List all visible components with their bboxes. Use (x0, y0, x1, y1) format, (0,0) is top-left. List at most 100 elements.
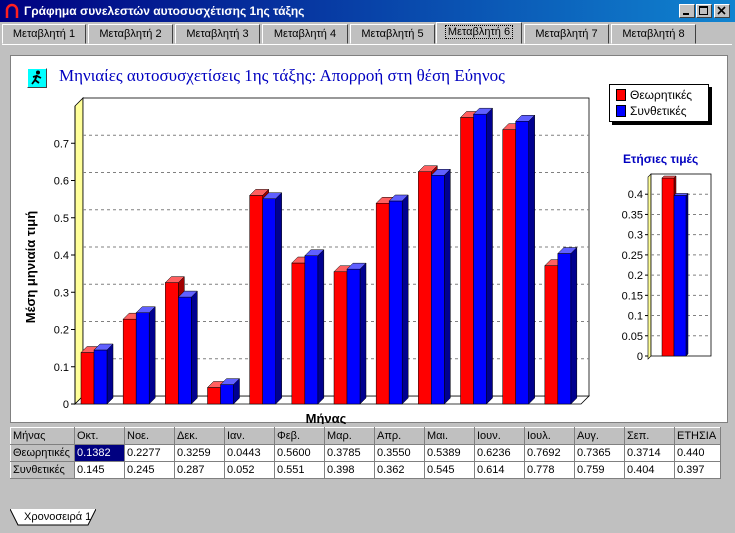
table-cell[interactable]: 0.404 (624, 461, 675, 479)
minimize-button[interactable] (679, 4, 695, 18)
table-cell[interactable]: 0.362 (374, 461, 425, 479)
y-tick-label: 0.1 (54, 362, 69, 374)
close-button[interactable] (714, 4, 730, 18)
y-tick-label: 0.2 (54, 325, 69, 337)
table-cell[interactable]: 0.3714 (624, 444, 675, 462)
table-cell[interactable]: 0.3785 (324, 444, 375, 462)
table-cell[interactable]: 0.3259 (174, 444, 225, 462)
annual-y-tick-label: 0.2 (628, 270, 643, 282)
tab-variable-5[interactable]: Μεταβλητή 5 (350, 24, 435, 44)
bar-synthetic (262, 192, 283, 405)
table-header-cell: Ιαν. (224, 427, 275, 445)
annual-bar-synthetic (673, 192, 689, 357)
values-table: Μήνας Οκτ. Νοε. Δεκ. Ιαν. Φεβ. Μαρ. Απρ. Μαι. Ιου… (10, 427, 721, 479)
bar-synthetic (177, 290, 198, 405)
table-cell[interactable]: 0.1382 (74, 444, 125, 462)
table-cell[interactable]: 0.440 (674, 444, 721, 462)
table-cell[interactable]: 0.3550 (374, 444, 425, 462)
table-cell[interactable]: 0.0443 (224, 444, 275, 462)
chart-legend: Θεωρητικές Συνθετικές (609, 84, 709, 122)
annual-y-tick-label: 0.15 (622, 290, 643, 302)
table-cell[interactable]: 0.397 (674, 461, 721, 479)
tab-variable-3[interactable]: Μεταβλητή 3 (175, 24, 260, 44)
table-cell[interactable]: 0.6236 (474, 444, 525, 462)
tab-variable-7[interactable]: Μεταβλητή 7 (524, 24, 609, 44)
table-cell[interactable]: 0.5389 (424, 444, 475, 462)
y-tick-label: 0.6 (54, 176, 69, 188)
y-axis-label: Μέση μηνιαία τιμή (23, 211, 38, 323)
bar-synthetic (304, 249, 325, 405)
tab-variable-2[interactable]: Μεταβλητή 2 (88, 24, 173, 44)
y-tick-label: 0 (63, 399, 69, 411)
close-icon (717, 6, 726, 15)
bar-synthetic (219, 378, 241, 405)
legend-swatch-theoretical (616, 89, 626, 101)
sheet-tab[interactable]: Χρονοσειρά 1 (10, 509, 96, 527)
tab-variable-1[interactable]: Μεταβλητή 1 (2, 24, 86, 44)
annual-y-tick-label: 0.05 (622, 331, 643, 343)
annual-y-tick-label: 0 (637, 351, 643, 363)
bar-synthetic (346, 262, 367, 405)
table-cell[interactable]: 0.545 (424, 461, 475, 479)
annual-y-tick-label: 0.3 (628, 230, 643, 242)
bar-synthetic (515, 114, 536, 405)
table-header-cell: Απρ. (374, 427, 425, 445)
y-tick-label: 0.5 (54, 213, 69, 225)
table-header-cell: ΕΤΗΣΙΑ (674, 427, 721, 445)
table-header-cell: Δεκ. (174, 427, 225, 445)
window-title: Γράφημα συνελεστών αυτοσυσχέτισης 1ης τά… (24, 4, 305, 18)
x-axis-label: Μήνας (306, 411, 347, 424)
sheet-tab-bar: Χρονοσειρά 1 (0, 507, 735, 533)
table-row: Συνθετικές 0.145 0.245 0.287 0.052 0.551 0.398… (10, 461, 721, 479)
table-cell[interactable]: 0.759 (574, 461, 625, 479)
legend-swatch-synthetic (616, 105, 626, 117)
chart-area: Μηνιαίες αυτοσυσχετίσεις 1ης τάξης: Απορ… (10, 55, 728, 424)
bar-synthetic (557, 246, 578, 405)
annual-chart-title: Ετήσιες τιμές (623, 152, 699, 166)
table-cell[interactable]: 0.145 (74, 461, 125, 479)
bar-synthetic (135, 306, 156, 405)
table-row-header[interactable]: Θεωρητικές (10, 444, 75, 462)
legend-item-theoretical: Θεωρητικές (616, 87, 692, 103)
table-cell[interactable]: 0.7365 (574, 444, 625, 462)
table-cell[interactable]: 0.2277 (124, 444, 175, 462)
legend-item-synthetic: Συνθετικές (616, 103, 687, 119)
window-titlebar[interactable]: Γράφημα συνελεστών αυτοσυσχέτισης 1ης τά… (0, 0, 735, 22)
table-cell[interactable]: 0.245 (124, 461, 175, 479)
table-header-cell: Αυγ. (574, 427, 625, 445)
table-header-cell: Νοε. (124, 427, 175, 445)
annual-y-tick-label: 0.25 (622, 250, 643, 262)
annual-y-tick-label: 0.1 (628, 311, 643, 323)
variable-tabs: Μεταβλητή 1 Μεταβλητή 2 Μεταβλητή 3 Μετα… (0, 22, 735, 44)
table-header-cell: Ιουλ. (524, 427, 575, 445)
table-header-cell: Μαι. (424, 427, 475, 445)
table-cell[interactable]: 0.778 (524, 461, 575, 479)
y-tick-label: 0.7 (54, 138, 69, 150)
maximize-button[interactable] (696, 4, 712, 18)
table-cell[interactable]: 0.5600 (274, 444, 325, 462)
table-cell[interactable]: 0.287 (174, 461, 225, 479)
annual-y-tick-label: 0.4 (628, 189, 643, 201)
tab-variable-6[interactable]: Μεταβλητή 6 (436, 22, 522, 44)
app-icon (5, 3, 19, 18)
table-header-cell: Σεπ. (624, 427, 675, 445)
table-row-header[interactable]: Συνθετικές (10, 461, 75, 479)
table-cell[interactable]: 0.398 (324, 461, 375, 479)
table-header-cell: Ιουν. (474, 427, 525, 445)
tab-variable-8[interactable]: Μεταβλητή 8 (611, 24, 696, 44)
table-cell[interactable]: 0.614 (474, 461, 525, 479)
table-cell[interactable]: 0.7692 (524, 444, 575, 462)
table-cell[interactable]: 0.551 (274, 461, 325, 479)
table-cell[interactable]: 0.052 (224, 461, 275, 479)
bar-synthetic (430, 168, 451, 405)
maximize-icon (699, 6, 708, 15)
table-header-cell: Μήνας (10, 427, 75, 445)
table-header-cell: Φεβ. (274, 427, 325, 445)
tab-panel: Μηνιαίες αυτοσυσχετίσεις 1ης τάξης: Απορ… (2, 44, 732, 504)
tab-variable-4[interactable]: Μεταβλητή 4 (262, 24, 348, 44)
table-header-cell: Μαρ. (324, 427, 375, 445)
bar-synthetic (388, 194, 409, 405)
annual-y-tick-label: 0.35 (622, 209, 643, 221)
annual-side-wall (647, 173, 652, 360)
table-header-cell: Οκτ. (74, 427, 125, 445)
